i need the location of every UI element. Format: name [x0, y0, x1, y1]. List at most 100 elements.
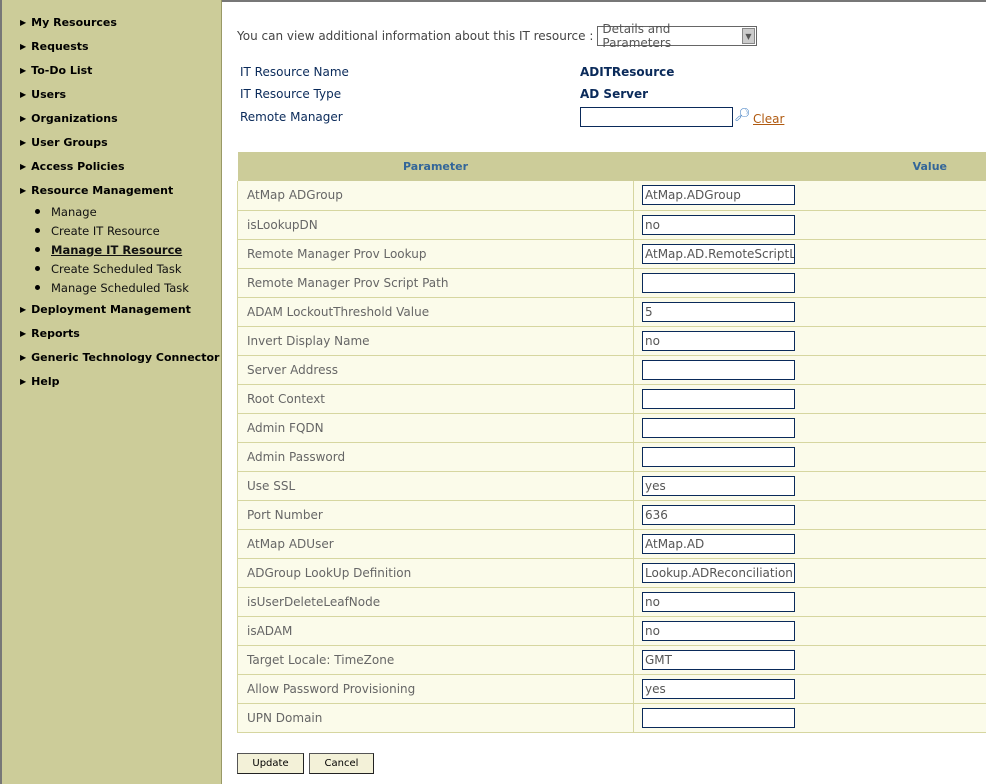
parameter-name: Use SSL	[237, 471, 634, 501]
sidebar: ▶ My Resources ▶ Requests ▶ To-Do List ▶ Users ▶…	[0, 0, 222, 784]
triangle-right-icon: ▶	[20, 185, 27, 195]
sidebar-item[interactable]: ▶ My Resources	[2, 10, 221, 34]
chevron-down-icon[interactable]: ▼	[741, 28, 756, 44]
view-select[interactable]: Details and Parameters ▼	[597, 22, 758, 50]
parameter-value-input[interactable]: 636	[642, 504, 795, 525]
it-resource-name-value: ADITResource	[580, 65, 675, 79]
parameter-name: Remote Manager Prov Script Path	[237, 268, 634, 298]
parameter-value-input[interactable]: no	[642, 620, 795, 641]
it-resource-type-label: IT Resource Type	[240, 87, 342, 101]
parameter-name: ADAM LockoutThreshold Value	[237, 297, 634, 327]
triangle-right-icon: ▶	[20, 304, 27, 314]
parameter-name: isADAM	[237, 616, 634, 646]
sidebar-item[interactable]: ▶ Access Policies	[2, 154, 221, 178]
sidebar-item[interactable]: ▶ Reports	[2, 321, 221, 345]
sidebar-item[interactable]: ▶ Organizations	[2, 106, 221, 130]
parameter-name: Admin FQDN	[237, 413, 634, 443]
parameter-name: Target Locale: TimeZone	[237, 645, 634, 675]
parameter-value-input[interactable]: 5	[642, 301, 795, 322]
parameter-value-input[interactable]: GMT	[642, 649, 795, 670]
sidebar-subitem[interactable]: Manage Scheduled Task	[2, 278, 221, 297]
sidebar-subitem[interactable]: Manage	[2, 202, 221, 221]
triangle-right-icon: ▶	[20, 65, 27, 75]
value-cell: no	[633, 616, 986, 646]
parameter-name: Admin Password	[237, 442, 634, 472]
value-cell: GMT	[633, 645, 986, 675]
it-resource-type-value: AD Server	[580, 87, 649, 101]
parameter-value-input[interactable]: no	[642, 214, 795, 235]
update-button[interactable]: Update	[237, 753, 304, 774]
parameter-value-input[interactable]: yes	[642, 678, 795, 699]
bullet-icon	[35, 247, 40, 252]
parameter-name: Remote Manager Prov Lookup	[237, 239, 634, 269]
triangle-right-icon: ▶	[20, 376, 27, 386]
sidebar-item-label: To-Do List	[31, 63, 93, 77]
table-row: isADAM no	[237, 616, 986, 646]
header-parameter: Parameter	[237, 152, 634, 181]
sidebar-subitem-label: Create Scheduled Task	[51, 261, 182, 276]
value-cell: AtMap.AD.RemoteScriptLookup	[633, 239, 986, 269]
sidebar-item[interactable]: ▶ Deployment Management	[2, 297, 221, 321]
sidebar-item-label: My Resources	[31, 15, 117, 29]
search-icon[interactable]: 🔎︎	[734, 108, 751, 123]
sidebar-item[interactable]: ▶ Requests	[2, 34, 221, 58]
parameter-value-input[interactable]	[642, 417, 795, 438]
sidebar-subitem[interactable]: Manage IT Resource	[2, 240, 221, 259]
parameter-value-input[interactable]: AtMap.AD.RemoteScriptLookup	[642, 243, 795, 264]
value-cell: no	[633, 210, 986, 240]
sidebar-subitem[interactable]: Create Scheduled Task	[2, 259, 221, 278]
value-cell	[633, 413, 986, 443]
triangle-right-icon: ▶	[20, 17, 27, 27]
parameter-value-input[interactable]	[642, 446, 795, 467]
triangle-right-icon: ▶	[20, 352, 27, 362]
sidebar-item-label: Deployment Management	[31, 302, 191, 316]
sidebar-item[interactable]: ▶ User Groups	[2, 130, 221, 154]
value-cell: no	[633, 587, 986, 617]
value-cell: yes	[633, 674, 986, 704]
parameter-value-input[interactable]: no	[642, 330, 795, 351]
sidebar-item-label: Users	[31, 87, 67, 101]
value-cell: no	[633, 326, 986, 356]
value-cell	[633, 442, 986, 472]
sidebar-item-label: Help	[31, 374, 60, 388]
value-cell: AtMap.AD	[633, 529, 986, 559]
parameter-value-input[interactable]: no	[642, 591, 795, 612]
clear-link[interactable]: Clear	[753, 112, 784, 126]
table-row: Use SSL yes	[237, 471, 986, 501]
sidebar-item[interactable]: ▶ Resource Management	[2, 178, 221, 202]
parameter-value-input[interactable]: Lookup.ADReconciliation.GroupLookup	[642, 562, 795, 583]
table-row: AtMap ADUser AtMap.AD	[237, 529, 986, 559]
remote-manager-input[interactable]	[580, 107, 733, 127]
triangle-right-icon: ▶	[20, 161, 27, 171]
value-cell: Lookup.ADReconciliation.GroupLookup	[633, 558, 986, 588]
table-row: Remote Manager Prov Lookup AtMap.AD.Remot…	[237, 239, 986, 269]
remote-manager-label: Remote Manager	[240, 110, 343, 124]
sidebar-item[interactable]: ▶ Help	[2, 369, 221, 393]
table-row: Allow Password Provisioning yes	[237, 674, 986, 704]
value-cell	[633, 384, 986, 414]
info-text: You can view additional information abou…	[237, 29, 594, 43]
sidebar-item[interactable]: ▶ Users	[2, 82, 221, 106]
view-select-value: Details and Parameters	[602, 22, 672, 50]
sidebar-item[interactable]: ▶ To-Do List	[2, 58, 221, 82]
it-resource-name-label: IT Resource Name	[240, 65, 349, 79]
table-row: isLookupDN no	[237, 210, 986, 240]
parameter-name: Invert Display Name	[237, 326, 634, 356]
table-row: Remote Manager Prov Script Path	[237, 268, 986, 298]
parameter-value-input[interactable]	[642, 359, 795, 380]
parameter-value-input[interactable]	[642, 707, 795, 728]
parameter-value-input[interactable]	[642, 272, 795, 293]
parameter-value-input[interactable]: yes	[642, 475, 795, 496]
triangle-right-icon: ▶	[20, 89, 27, 99]
table-row: ADGroup LookUp Definition Lookup.ADReconc…	[237, 558, 986, 588]
triangle-right-icon: ▶	[20, 113, 27, 123]
table-row: UPN Domain	[237, 703, 986, 733]
cancel-button[interactable]: Cancel	[309, 753, 374, 774]
parameter-value-input[interactable]: AtMap.ADGroup	[642, 185, 795, 206]
parameter-value-input[interactable]: AtMap.AD	[642, 533, 795, 554]
parameter-value-input[interactable]	[642, 388, 795, 409]
sidebar-subitem[interactable]: Create IT Resource	[2, 221, 221, 240]
table-row: Admin FQDN	[237, 413, 986, 443]
sidebar-item[interactable]: ▶ Generic Technology Connector	[2, 345, 221, 369]
parameter-name: Port Number	[237, 500, 634, 530]
